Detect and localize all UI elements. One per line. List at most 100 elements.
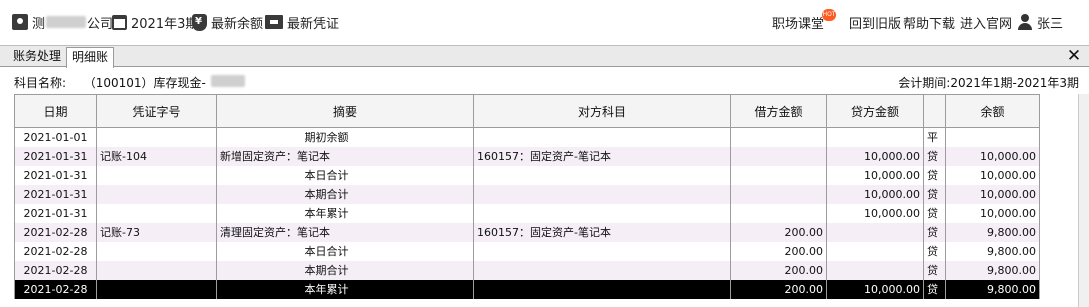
cell-balance[interactable]: 9,800.00 [945, 279, 1040, 299]
cell-counter-account[interactable]: 160157：固定资产-笔记本 [473, 146, 731, 166]
cell-counter-account[interactable] [473, 241, 731, 261]
cell-direction[interactable]: 贷 [923, 203, 946, 223]
cell-direction[interactable]: 贷 [923, 184, 946, 204]
col-summary[interactable]: 摘要 [216, 94, 474, 128]
table-row[interactable]: 2021-01-31 本日合计 10,000.00 贷 10,000.00 [14, 165, 1040, 185]
cell-date[interactable]: 2021-01-31 [14, 146, 97, 166]
cell-balance[interactable] [945, 127, 1040, 147]
cell-direction[interactable]: 贷 [923, 165, 946, 185]
cell-credit[interactable]: 10,000.00 [826, 279, 924, 299]
cell-voucher-no[interactable] [96, 184, 217, 204]
cell-counter-account[interactable]: 160157：固定资产-笔记本 [473, 222, 731, 242]
cell-credit[interactable] [826, 222, 924, 242]
close-icon[interactable]: ✕ [1065, 46, 1083, 66]
cell-date[interactable]: 2021-01-31 [14, 184, 97, 204]
cell-voucher-no[interactable] [96, 279, 217, 299]
cell-balance[interactable]: 10,000.00 [945, 203, 1040, 223]
cell-debit[interactable]: 200.00 [730, 241, 827, 261]
col-balance[interactable]: 余额 [945, 94, 1040, 128]
col-counter-account[interactable]: 对方科目 [473, 94, 731, 128]
col-voucher-no[interactable]: 凭证字号 [96, 94, 217, 128]
cell-direction[interactable]: 贷 [923, 222, 946, 242]
cell-credit[interactable]: 10,000.00 [826, 165, 924, 185]
cell-summary[interactable]: 新增固定资产：笔记本 [216, 146, 474, 166]
cell-counter-account[interactable] [473, 127, 731, 147]
cell-date[interactable]: 2021-02-28 [14, 222, 97, 242]
cell-debit[interactable] [730, 165, 827, 185]
cell-summary[interactable]: 本期合计 [216, 260, 474, 280]
old-version-link[interactable]: 回到旧版 [849, 0, 901, 44]
tab-accounting[interactable]: 账务处理 [8, 47, 66, 67]
cell-balance[interactable]: 10,000.00 [945, 146, 1040, 166]
cell-direction[interactable]: 贷 [923, 260, 946, 280]
cell-date[interactable]: 2021-01-31 [14, 203, 97, 223]
company-selector[interactable]: 测 公司 [12, 0, 113, 44]
col-debit[interactable]: 借方金额 [730, 94, 827, 128]
help-download-link[interactable]: 帮助下载 [903, 0, 955, 44]
cell-credit[interactable] [826, 241, 924, 261]
cell-voucher-no[interactable] [96, 241, 217, 261]
cell-direction[interactable]: 平 [923, 127, 946, 147]
col-date[interactable]: 日期 [14, 94, 97, 128]
latest-balance-button[interactable]: 最新余额 [192, 0, 263, 44]
cell-debit[interactable]: 200.00 [730, 260, 827, 280]
cell-date[interactable]: 2021-02-28 [14, 241, 97, 261]
cell-voucher-no[interactable] [96, 127, 217, 147]
cell-counter-account[interactable] [473, 260, 731, 280]
cell-summary[interactable]: 本日合计 [216, 165, 474, 185]
cell-voucher-no[interactable] [96, 203, 217, 223]
cell-date[interactable]: 2021-02-28 [14, 279, 97, 299]
tab-detail-ledger[interactable]: 明细账 [66, 47, 115, 68]
table-row[interactable]: 2021-02-28 本年累计 200.00 10,000.00 贷 9,800.00 [14, 279, 1040, 299]
latest-voucher-button[interactable]: 最新凭证 [265, 0, 339, 44]
col-credit[interactable]: 贷方金额 [826, 94, 924, 128]
cell-direction[interactable]: 贷 [923, 241, 946, 261]
cell-counter-account[interactable] [473, 279, 731, 299]
user-menu[interactable]: 张三 [1017, 0, 1063, 44]
cell-direction[interactable]: 贷 [923, 146, 946, 166]
vertical-scrollbar[interactable] [1078, 94, 1089, 307]
table-row[interactable]: 2021-01-31 记账-104 新增固定资产：笔记本 160157：固定资产-笔记… [14, 146, 1040, 166]
cell-summary[interactable]: 本年累计 [216, 279, 474, 299]
cell-balance[interactable]: 9,800.00 [945, 222, 1040, 242]
table-row[interactable]: 2021-01-31 本年累计 10,000.00 贷 10,000.00 [14, 203, 1040, 223]
cell-credit[interactable]: 10,000.00 [826, 146, 924, 166]
cell-summary[interactable]: 清理固定资产：笔记本 [216, 222, 474, 242]
cell-date[interactable]: 2021-01-31 [14, 165, 97, 185]
cell-summary[interactable]: 期初余额 [216, 127, 474, 147]
cell-credit[interactable]: 10,000.00 [826, 203, 924, 223]
table-row[interactable]: 2021-01-31 本期合计 10,000.00 贷 10,000.00 [14, 184, 1040, 204]
table-row[interactable]: 2021-01-01 期初余额 平 [14, 127, 1040, 147]
col-direction[interactable] [923, 94, 946, 128]
cell-credit[interactable] [826, 127, 924, 147]
cell-debit[interactable]: 200.00 [730, 222, 827, 242]
period-selector[interactable]: 2021年3期 [112, 0, 198, 44]
cell-debit[interactable]: 200.00 [730, 279, 827, 299]
cell-debit[interactable] [730, 203, 827, 223]
table-row[interactable]: 2021-02-28 本日合计 200.00 贷 9,800.00 [14, 241, 1040, 261]
cell-counter-account[interactable] [473, 165, 731, 185]
cell-voucher-no[interactable] [96, 260, 217, 280]
cell-voucher-no[interactable]: 记账-73 [96, 222, 217, 242]
cell-debit[interactable] [730, 184, 827, 204]
table-row[interactable]: 2021-02-28 本期合计 200.00 贷 9,800.00 [14, 260, 1040, 280]
cell-summary[interactable]: 本期合计 [216, 184, 474, 204]
cell-direction[interactable]: 贷 [923, 279, 946, 299]
cell-debit[interactable] [730, 127, 827, 147]
cell-counter-account[interactable] [473, 203, 731, 223]
cell-counter-account[interactable] [473, 184, 731, 204]
cell-date[interactable]: 2021-01-01 [14, 127, 97, 147]
cell-credit[interactable] [826, 260, 924, 280]
cell-voucher-no[interactable] [96, 165, 217, 185]
cell-balance[interactable]: 10,000.00 [945, 165, 1040, 185]
cell-summary[interactable]: 本日合计 [216, 241, 474, 261]
cell-credit[interactable]: 10,000.00 [826, 184, 924, 204]
cell-summary[interactable]: 本年累计 [216, 203, 474, 223]
cell-debit[interactable] [730, 146, 827, 166]
cell-balance[interactable]: 10,000.00 [945, 184, 1040, 204]
workplace-class-link[interactable]: 职场课堂 HOT [772, 0, 837, 44]
table-row[interactable]: 2021-02-28 记账-73 清理固定资产：笔记本 160157：固定资产-笔记本… [14, 222, 1040, 242]
cell-date[interactable]: 2021-02-28 [14, 260, 97, 280]
cell-voucher-no[interactable]: 记账-104 [96, 146, 217, 166]
official-site-link[interactable]: 进入官网 [960, 0, 1012, 44]
